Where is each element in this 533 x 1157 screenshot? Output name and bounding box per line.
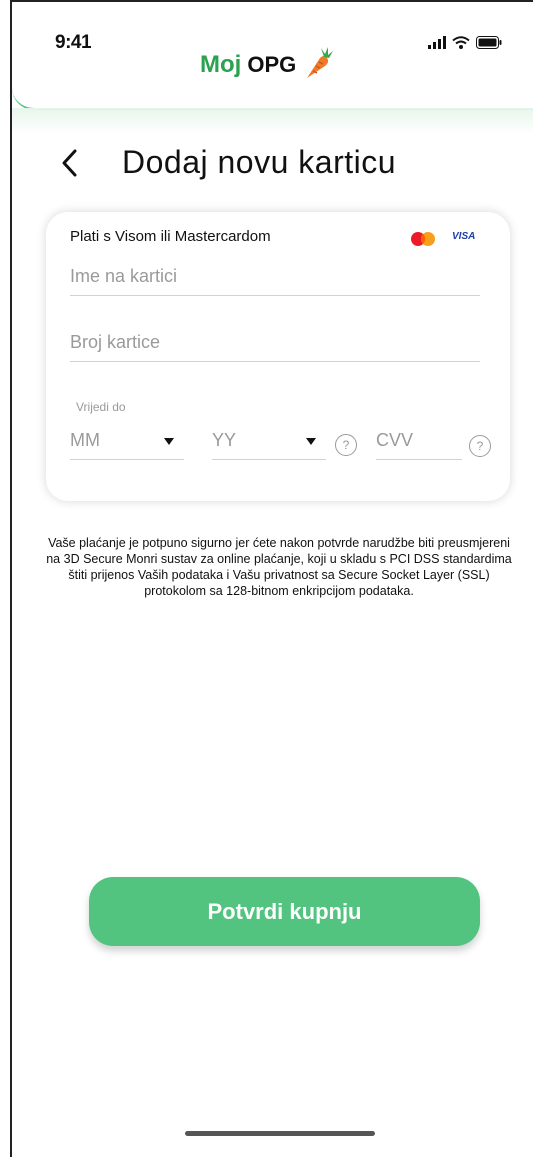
secure-payment-note: Vaše plaćanje je potpuno sigurno jer ćet… xyxy=(46,536,512,598)
card-name-input[interactable]: Ime na kartici xyxy=(70,252,480,296)
carrot-icon xyxy=(304,46,334,85)
visa-icon: VISA xyxy=(452,231,476,242)
confirm-purchase-button[interactable]: Potvrdi kupnju xyxy=(89,877,480,946)
card-number-input[interactable]: Broj kartice xyxy=(70,322,480,362)
mastercard-icon xyxy=(410,232,436,246)
page-title: Dodaj novu karticu xyxy=(122,144,397,180)
card-name-placeholder: Ime na kartici xyxy=(70,266,178,286)
card-number-placeholder: Broj kartice xyxy=(70,332,161,352)
home-indicator[interactable] xyxy=(185,1131,375,1136)
card-form-title: Plati s Visom ili Mastercardom xyxy=(70,228,271,245)
back-button[interactable] xyxy=(58,148,88,182)
cvv-placeholder: CVV xyxy=(376,430,414,450)
cvv-input[interactable]: CVV xyxy=(376,424,462,460)
header-shadow xyxy=(12,108,533,134)
battery-icon xyxy=(476,36,502,54)
dropdown-arrow-icon xyxy=(164,438,174,445)
signal-icon xyxy=(428,36,446,54)
cvv-help-icon[interactable]: ? xyxy=(469,435,491,457)
wifi-icon xyxy=(452,36,470,54)
dropdown-arrow-icon xyxy=(306,438,316,445)
expiry-help-icon[interactable]: ? xyxy=(335,434,357,456)
status-time: 9:41 xyxy=(55,32,92,53)
logo-moj-text: Moj xyxy=(200,51,242,78)
expiry-year-select[interactable]: YY xyxy=(212,424,326,460)
card-form: Plati s Visom ili Mastercardom VISA Ime … xyxy=(46,212,510,501)
expiry-month-select[interactable]: MM xyxy=(70,424,184,460)
expiry-year-placeholder: YY xyxy=(212,430,237,450)
valid-until-label: Vrijedi do xyxy=(76,400,126,414)
app-logo: Moj OPG xyxy=(200,46,334,85)
expiry-month-placeholder: MM xyxy=(70,430,100,450)
status-icons xyxy=(428,36,502,54)
chevron-left-icon xyxy=(58,149,80,182)
logo-opg-text: OPG xyxy=(247,52,297,77)
